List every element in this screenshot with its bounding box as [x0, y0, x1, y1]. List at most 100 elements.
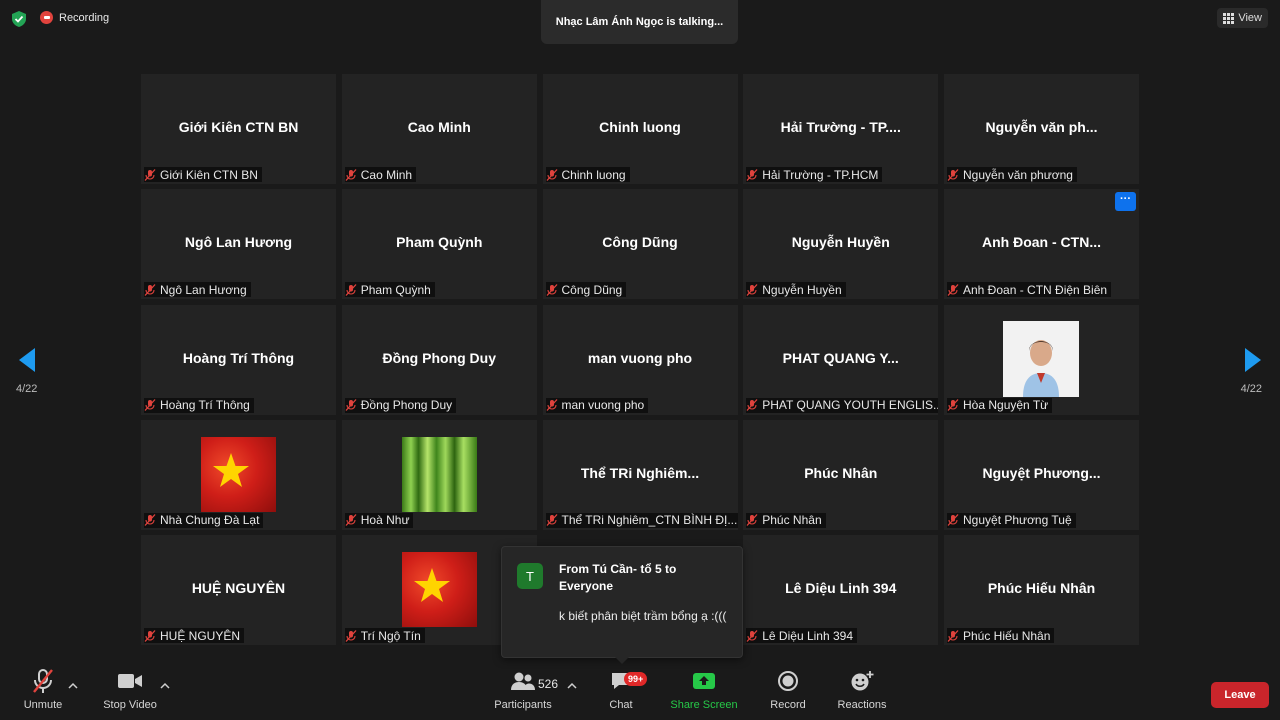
participant-name-text: Hòa Nguyện Từ	[963, 398, 1049, 412]
page-indicator-right: 4/22	[1240, 383, 1262, 395]
participant-display-name: Nguyễn Huyền	[791, 234, 890, 251]
caret-up-icon[interactable]	[68, 682, 78, 690]
participant-tile[interactable]: Hải Trường - TP.... Hải Trường - TP.HCM	[743, 74, 939, 184]
participant-name-label: Chinh luong	[545, 167, 630, 182]
participant-photo	[1003, 320, 1079, 397]
participant-display-name: Phúc Hiếu Nhân	[987, 580, 1096, 596]
participant-display-name: Phúc Nhân	[804, 464, 878, 481]
participant-tile[interactable]: Hoàng Trí Thông Hoàng Trí Thông	[141, 304, 336, 415]
muted-mic-icon	[746, 399, 758, 411]
muted-mic-icon	[546, 168, 557, 181]
chat-label: Chat	[609, 699, 633, 711]
participant-name-text: Nguyễn văn phương	[963, 167, 1073, 182]
muted-mic-icon	[144, 629, 156, 642]
participant-name-text: Ngô Lan Hương	[160, 282, 247, 297]
participant-display-name: Anh Đoan - CTN...	[982, 234, 1101, 251]
participant-display-name: Hải Trường - TP....	[780, 119, 901, 135]
record-button-icon	[778, 671, 798, 691]
participant-name-label: HUỆ NGUYÊN	[144, 628, 245, 643]
page-indicator-left: 4/22	[16, 383, 38, 395]
participant-tile[interactable]: Chinh luong Chinh luong	[542, 74, 738, 184]
participant-display-name: Lê Diệu Linh 394	[785, 580, 897, 596]
muted-mic-icon	[947, 168, 959, 181]
participant-name-text: Cao Minh	[360, 167, 413, 182]
right-arrow-icon[interactable]	[1237, 345, 1267, 375]
participants-count: 526	[538, 677, 559, 691]
reactions-button[interactable]: Reactions	[836, 664, 888, 720]
stop-video-button[interactable]: Stop Video	[100, 664, 160, 720]
participant-tile[interactable]: Hoà Như	[341, 419, 537, 530]
participant-tile[interactable]: Anh Đoan - CTN... ··· Anh Đoan - CTN Điện …	[944, 189, 1139, 300]
participant-tile[interactable]: Nguyễn văn ph... Nguyễn văn phương	[944, 74, 1139, 184]
muted-mic-icon	[947, 399, 959, 411]
participant-name-label: Hải Trường - TP.HCM	[746, 167, 883, 182]
caret-up-icon[interactable]	[567, 682, 577, 690]
participant-name-label: Pham Quỳnh	[344, 282, 435, 298]
participant-tile[interactable]: HUỆ NGUYÊN HUỆ NGUYÊN	[141, 535, 336, 645]
muted-mic-icon	[746, 629, 758, 642]
reactions-label: Reactions	[837, 699, 887, 711]
share-screen-button[interactable]: Share Screen	[670, 664, 738, 720]
participant-tile[interactable]: Hòa Nguyện Từ	[944, 304, 1139, 415]
participant-tile[interactable]: Lê Diệu Linh 394 Lê Diệu Linh 394	[743, 535, 939, 645]
view-button[interactable]: View	[1217, 8, 1268, 28]
muted-mic-icon	[144, 168, 156, 181]
muted-mic-icon	[144, 399, 156, 411]
participant-name-label: Hòa Nguyện Từ	[947, 397, 1053, 413]
muted-mic-icon	[947, 514, 959, 527]
participant-tile[interactable]: Công Dũng Công Dũng	[542, 189, 738, 300]
participant-display-name: PHAT QUANG Y...	[782, 349, 899, 366]
participant-tile[interactable]: Phúc Nhân Phúc Nhân	[743, 419, 939, 530]
top-bar: Recording Nhạc Lâm Ánh Ngọc is talking..…	[0, 0, 1280, 44]
participant-tile[interactable]: man vuong pho man vuong pho	[542, 304, 738, 415]
participant-name-label: Công Dũng	[545, 282, 627, 298]
participant-tile[interactable]: Pham Quỳnh Pham Quỳnh	[341, 189, 537, 300]
participant-tile[interactable]: Giới Kiên CTN BN Giới Kiên CTN BN	[141, 74, 336, 184]
participant-display-name: Chinh luong	[599, 119, 681, 135]
muted-mic-icon	[345, 629, 357, 642]
more-options-button[interactable]: ···	[1115, 192, 1136, 212]
shield-icon[interactable]	[10, 10, 28, 28]
participant-name-text: PHAT QUANG YOUTH ENGLIS...	[762, 398, 939, 412]
muted-mic-icon	[746, 168, 758, 181]
caret-up-icon[interactable]	[160, 682, 170, 690]
participant-name-text: Trí Ngộ Tín	[360, 628, 421, 643]
participant-name-label: Ngô Lan Hương	[144, 282, 251, 298]
share-screen-label: Share Screen	[670, 699, 738, 711]
participant-display-name: Hoàng Trí Thông	[182, 349, 295, 366]
record-button[interactable]: Record	[768, 664, 808, 720]
recording-label: Recording	[59, 11, 110, 24]
muted-mic-icon	[746, 514, 758, 527]
participant-tile[interactable]: PHAT QUANG Y... PHAT QUANG YOUTH ENGLIS..…	[743, 304, 939, 415]
participant-name-text: man vuong pho	[561, 398, 645, 412]
participant-name-text: Đồng Phong Duy	[360, 398, 453, 412]
muted-mic-icon	[947, 283, 959, 296]
chat-notification-popup[interactable]: T From Tú Cần- tổ 5 to Everyone k biết p…	[501, 546, 743, 664]
participant-name-text: Phúc Hiếu Nhân	[963, 628, 1051, 643]
participant-name-text: Phúc Nhân	[762, 513, 822, 528]
left-arrow-icon[interactable]	[13, 345, 43, 375]
muted-mic-icon	[345, 399, 357, 411]
participant-tile[interactable]: Đồng Phong Duy Đồng Phong Duy	[341, 304, 537, 415]
participant-name-label: Anh Đoan - CTN Điện Biên	[947, 282, 1112, 298]
participant-tile[interactable]: Thể TRi Nghiêm... Thể TRi Nghiêm_CTN BÌNH…	[542, 419, 738, 530]
participant-display-name: Cao Minh	[407, 119, 471, 135]
muted-mic-icon	[947, 629, 959, 642]
participants-icon	[511, 672, 535, 690]
participant-tile[interactable]: Nguyệt Phương... Nguyệt Phương Tuệ	[944, 419, 1139, 530]
participant-tile[interactable]: Nguyễn Huyền Nguyễn Huyền	[743, 189, 939, 300]
participant-name-text: Thể TRi Nghiêm_CTN BÌNH ĐỊ...	[561, 513, 738, 528]
participant-tile[interactable]: Ngô Lan Hương Ngô Lan Hương	[141, 189, 336, 300]
leave-button[interactable]: Leave	[1211, 682, 1269, 708]
participants-button[interactable]: Participants	[492, 664, 554, 720]
view-label: View	[1238, 12, 1262, 24]
participant-tile[interactable]: Phúc Hiếu Nhân Phúc Hiếu Nhân	[944, 535, 1139, 645]
participant-name-label: Cao Minh	[344, 167, 417, 182]
unmute-button[interactable]: Unmute	[20, 664, 66, 720]
participant-name-label: Thể TRi Nghiêm_CTN BÌNH ĐỊ...	[545, 512, 738, 528]
participant-tile[interactable]: Cao Minh Cao Minh	[341, 74, 537, 184]
muted-mic-icon	[546, 514, 557, 527]
participant-tile[interactable]: Nhà Chung Đà Lạt	[141, 419, 336, 530]
muted-mic-icon	[546, 283, 557, 296]
recording-indicator[interactable]: Recording	[40, 11, 109, 24]
